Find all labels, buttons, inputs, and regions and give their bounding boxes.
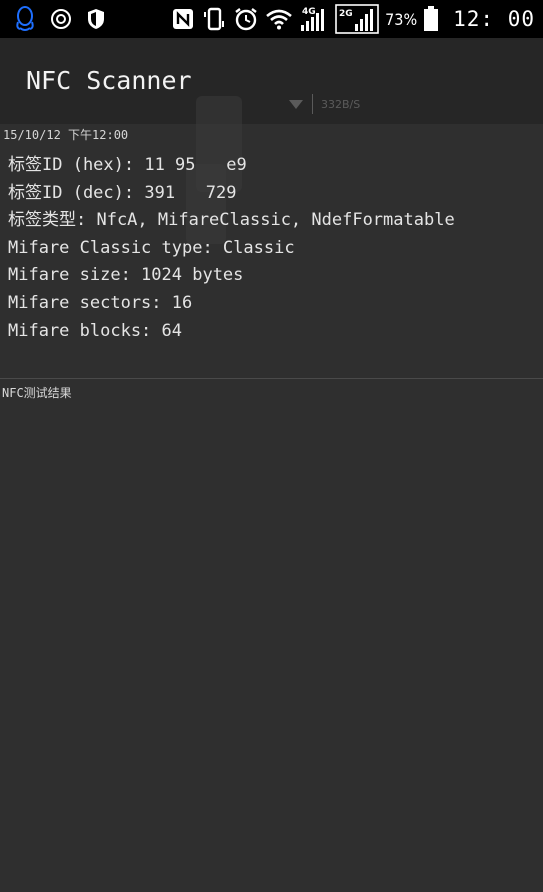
vibrate-icon [201,6,227,32]
wifi-icon [265,8,293,30]
scan-content: 15/10/12 下午12:00 标签ID (hex): 11 95 e9 标签… [0,96,543,892]
network-speed-text: 332B/S [321,97,361,111]
mifare-classic-type: Mifare Classic type: Classic [8,237,295,258]
tag-id-hex: 标签ID (hex): 11 95 e9 [8,155,247,175]
status-bar-left-icons [0,6,106,32]
mifare-size: Mifare size: 1024 bytes [8,265,244,286]
mifare-blocks: Mifare blocks: 64 [8,320,182,341]
battery-percentage: 73% [385,9,418,29]
network-speed-overlay: 332B/S [288,94,360,114]
signal-4g-icon: 4G [299,5,329,33]
battery-icon [423,6,439,32]
status-time: 12: 00 [453,7,535,31]
tag-info-list: 标签ID (hex): 11 95 e9 标签ID (dec): 391 729… [8,152,455,345]
wifi-small-icon [288,98,304,110]
overlay-divider [312,94,313,114]
section-divider [0,378,543,379]
svg-text:4G: 4G [302,7,316,17]
action-bar: NFC Scanner 332B/S [0,38,543,124]
alarm-icon [233,6,259,32]
qq-icon [14,6,36,32]
signal-2g-icon: 2G [335,4,379,34]
tag-type: 标签类型: NfcA, MifareClassic, NdefFormatabl… [8,210,455,231]
settings-circle-icon [50,8,72,30]
tag-id-dec: 标签ID (dec): 391 729 [8,182,237,203]
status-bar: 4G 2G 73% 12: 00 [0,0,543,38]
nfc-result-label: NFC测试结果 [2,386,72,400]
scan-timestamp: 15/10/12 下午12:00 [3,128,129,142]
svg-text:2G: 2G [339,9,353,19]
nfc-icon [171,7,195,31]
status-bar-right-icons: 4G 2G 73% 12: 00 [171,4,543,34]
shield-icon [86,8,106,30]
mifare-sectors: Mifare sectors: 16 [8,292,193,313]
app-title: NFC Scanner [26,66,192,95]
